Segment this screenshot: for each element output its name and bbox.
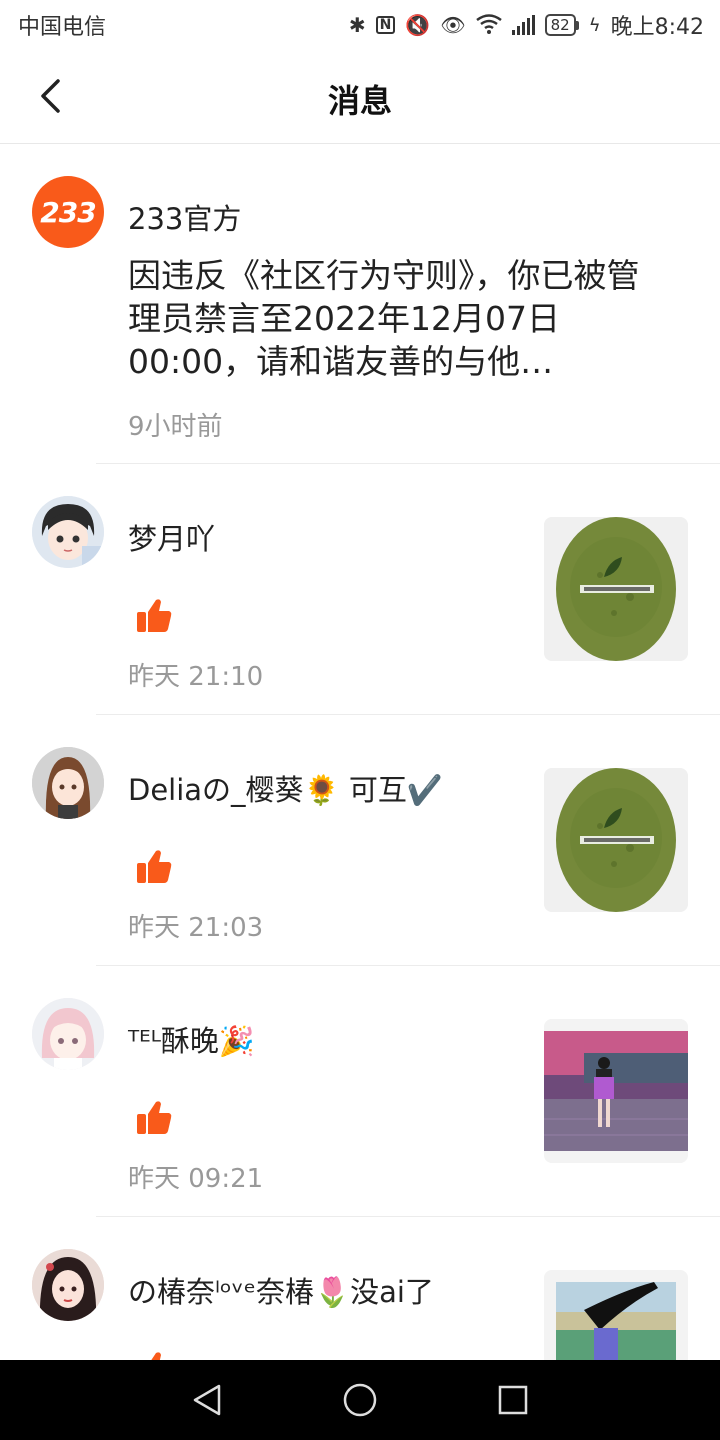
square-recents-icon — [499, 1385, 528, 1415]
message-time: 昨天 21:10 — [128, 662, 264, 692]
battery-icon: 82 — [544, 14, 579, 36]
sender-name: 233官方 — [128, 202, 242, 236]
sender-name: 梦月吖 — [128, 522, 216, 556]
post-thumbnail[interactable] — [544, 1019, 688, 1163]
nav-home-button[interactable] — [338, 1378, 382, 1422]
sender-name: ᵀᴱᴸ酥晚🎉 — [128, 1024, 255, 1058]
post-thumbnail[interactable] — [544, 768, 688, 912]
message-item[interactable]: の椿奈ˡᵒᵛᵉ奈椿🌷没ai了 — [0, 1217, 720, 1360]
message-time: 昨天 09:21 — [128, 1164, 264, 1194]
nav-back-button[interactable] — [185, 1378, 229, 1422]
wifi-icon — [475, 13, 502, 37]
sender-name: Deliaの_樱葵🌻 可互✔️ — [128, 773, 443, 807]
sender-name: の椿奈ˡᵒᵛᵉ奈椿🌷没ai了 — [128, 1275, 434, 1309]
post-thumbnail[interactable] — [544, 517, 688, 661]
message-item[interactable]: Deliaの_樱葵🌻 可互✔️ 昨天 21:03 — [0, 715, 720, 966]
avatar[interactable] — [32, 998, 104, 1070]
thumbs-up-icon — [151, 1352, 161, 1360]
status-bar: 中国电信 ✱ N 🔇 👁 82 ϟ 晚上8:42 — [0, 0, 720, 50]
message-item-official[interactable]: 233 233官方 因违反《社区行为守则》，你已被管理员禁言至2022年12月0… — [0, 144, 720, 464]
message-item[interactable]: 梦月吖 昨天 21:10 — [0, 464, 720, 715]
thumbs-up-icon — [137, 599, 172, 632]
page-title: 消息 — [327, 82, 392, 120]
avatar[interactable] — [32, 496, 104, 568]
triangle-back-icon — [193, 1384, 220, 1416]
message-item[interactable]: ᵀᴱᴸ酥晚🎉 昨天 09:21 — [0, 966, 720, 1217]
message-time: 昨天 21:03 — [128, 913, 264, 943]
bluetooth-icon: ✱ — [348, 13, 366, 37]
official-avatar[interactable]: 233 — [32, 176, 104, 248]
thumbs-up-icon — [137, 1101, 172, 1134]
system-navigation-bar — [0, 1360, 720, 1440]
carrier-label: 中国电信 — [18, 15, 107, 40]
cell-signal-icon — [511, 15, 535, 35]
message-body: 因违反《社区行为守则》，你已被管理员禁言至2022年12月07日 00:00，请… — [128, 256, 640, 381]
status-icons: ✱ N 🔇 👁 82 ϟ 晚上8:42 — [349, 9, 704, 41]
avatar[interactable] — [32, 747, 104, 819]
circle-home-icon — [343, 1383, 377, 1417]
thumbs-up-icon — [137, 850, 172, 883]
nfc-icon: N — [375, 16, 396, 34]
battery-level: 82 — [544, 14, 576, 36]
clock: 晚上8:42 — [610, 15, 704, 40]
mute-icon: 🔇 — [405, 13, 431, 37]
nav-recents-button[interactable] — [491, 1378, 535, 1422]
avatar[interactable] — [32, 1249, 104, 1321]
charging-icon: ϟ — [588, 14, 601, 36]
post-thumbnail[interactable] — [544, 1270, 688, 1360]
official-avatar-text: 233 — [40, 195, 96, 229]
eye-icon: 👁 — [440, 13, 466, 37]
message-time: 9小时前 — [128, 412, 223, 442]
top-app-bar: 消息 — [0, 50, 720, 144]
